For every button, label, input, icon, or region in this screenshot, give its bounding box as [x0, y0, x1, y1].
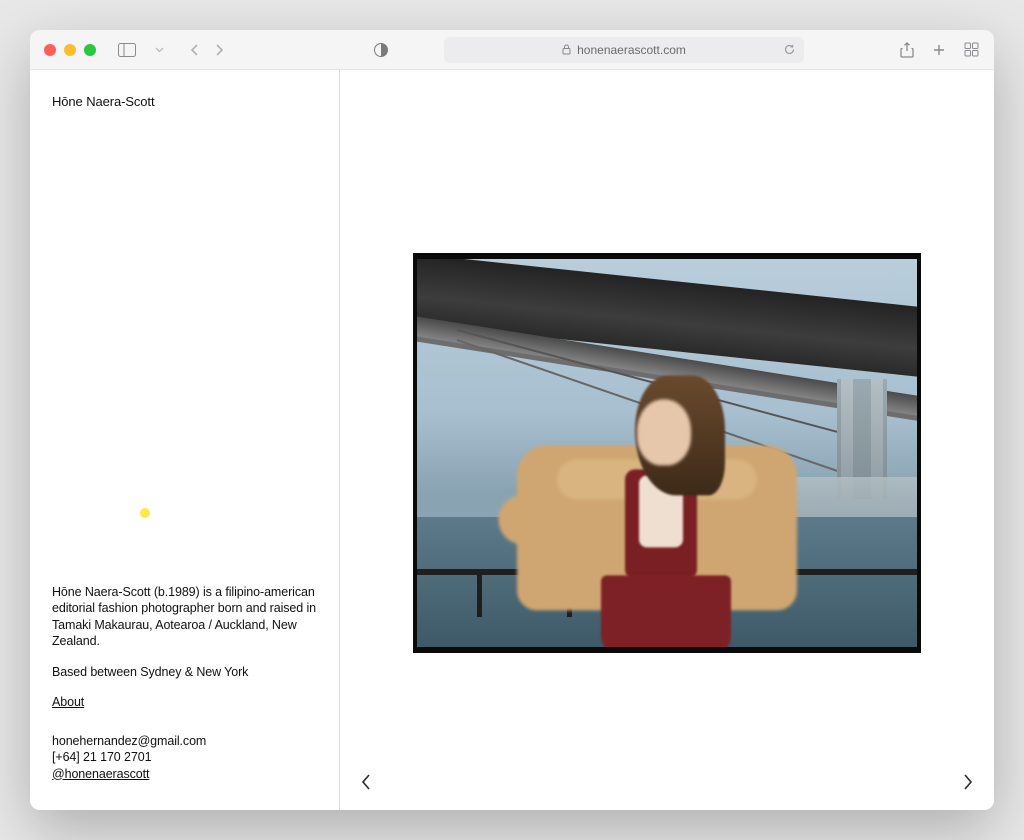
browser-toolbar: honenaerascott.com [30, 30, 994, 70]
minimize-window-button[interactable] [64, 44, 76, 56]
gallery-prev-button[interactable] [354, 770, 378, 794]
hero-photo[interactable] [413, 253, 921, 653]
main-content [340, 70, 994, 810]
gallery-next-button[interactable] [956, 770, 980, 794]
bio-paragraph-2: Based between Sydney & New York [52, 664, 317, 681]
page-viewport: Hōne Naera-Scott Hōne Naera-Scott (b.198… [30, 70, 994, 810]
bio-text: Hōne Naera-Scott (b.1989) is a filipino-… [52, 584, 317, 783]
bio-paragraph-1: Hōne Naera-Scott (b.1989) is a filipino-… [52, 584, 317, 650]
share-icon[interactable] [898, 39, 916, 61]
close-window-button[interactable] [44, 44, 56, 56]
back-button[interactable] [184, 39, 206, 61]
cursor-indicator-icon [140, 508, 150, 518]
contact-phone: [+64] 21 170 2701 [52, 749, 317, 766]
chevron-down-icon[interactable] [148, 39, 170, 61]
maximize-window-button[interactable] [84, 44, 96, 56]
sidebar-toggle-icon[interactable] [116, 39, 138, 61]
reader-mode-icon[interactable] [370, 39, 392, 61]
contact-instagram[interactable]: @honenaerascott [52, 766, 317, 783]
lock-icon [562, 44, 571, 55]
url-text: honenaerascott.com [577, 43, 686, 57]
contact-email[interactable]: honehernandez@gmail.com [52, 733, 317, 750]
window-controls [44, 44, 96, 56]
sidebar: Hōne Naera-Scott Hōne Naera-Scott (b.198… [30, 70, 340, 810]
site-title[interactable]: Hōne Naera-Scott [52, 94, 317, 109]
hero-photo-image [417, 259, 917, 647]
new-tab-icon[interactable] [930, 39, 948, 61]
tab-overview-icon[interactable] [962, 39, 980, 61]
browser-window: honenaerascott.com Hōne Naera-Scott Hōne… [30, 30, 994, 810]
address-bar[interactable]: honenaerascott.com [444, 37, 804, 63]
reload-icon[interactable] [783, 43, 796, 56]
about-link[interactable]: About [52, 694, 84, 711]
forward-button[interactable] [208, 39, 230, 61]
contact-block: honehernandez@gmail.com [+64] 21 170 270… [52, 733, 317, 783]
